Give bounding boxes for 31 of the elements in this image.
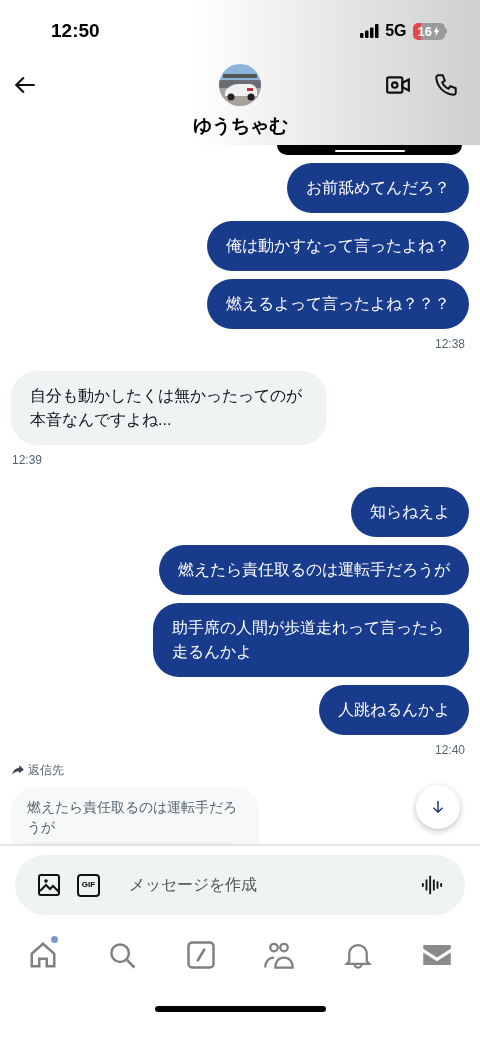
message-bubble[interactable]: 自分も動かしたくは無かったってのが本音なんですよね... xyxy=(11,371,327,445)
network-label: 5G xyxy=(385,21,407,41)
message-time: 12:40 xyxy=(434,742,466,759)
message-bubble[interactable]: 燃えたら責任取るのは運転手だろうが xyxy=(159,545,469,595)
quoted-text: 燃えたら責任取るのは運転手だろうが xyxy=(27,798,238,837)
search-icon[interactable] xyxy=(107,940,137,970)
message-bubble[interactable]: 燃えるよって言ったよね？？？ xyxy=(207,279,469,329)
contact-name[interactable]: ゆうちゃむ xyxy=(192,112,288,141)
message-bubble[interactable]: 人跳ねるんかよ xyxy=(319,685,469,735)
status-time: 12:50 xyxy=(51,18,100,43)
gif-button[interactable]: GIF xyxy=(77,873,100,897)
phone-icon[interactable] xyxy=(433,72,459,98)
message-time: 12:39 xyxy=(11,452,43,469)
message-bubble[interactable]: お前舐めてんだろ？ xyxy=(287,163,469,213)
home-icon[interactable] xyxy=(28,940,59,970)
voice-message-icon[interactable] xyxy=(421,874,443,896)
image-attachment[interactable] xyxy=(277,145,462,155)
image-icon[interactable] xyxy=(37,873,61,897)
quoted-message[interactable]: 燃えたら責任取るのは運転手だろうが xyxy=(11,787,259,844)
message-bubble[interactable]: 俺は動かすなって言ったよね？ xyxy=(207,221,469,271)
message-composer[interactable]: GIF メッセージを作成 xyxy=(15,855,465,915)
reply-arrow-icon xyxy=(11,763,25,777)
message-input[interactable]: メッセージを作成 xyxy=(129,873,421,897)
charging-icon xyxy=(433,25,440,37)
signal-icon xyxy=(360,24,380,38)
compose-icon[interactable] xyxy=(185,940,216,970)
message-bubble[interactable]: 助手席の人間が歩道走れって言ったら走るんかよ xyxy=(153,603,469,677)
people-icon[interactable] xyxy=(264,940,295,970)
message-bubble[interactable]: 知らねえよ xyxy=(351,487,469,537)
reply-label: 返信先 xyxy=(28,762,64,779)
message-time: 12:38 xyxy=(434,336,466,353)
